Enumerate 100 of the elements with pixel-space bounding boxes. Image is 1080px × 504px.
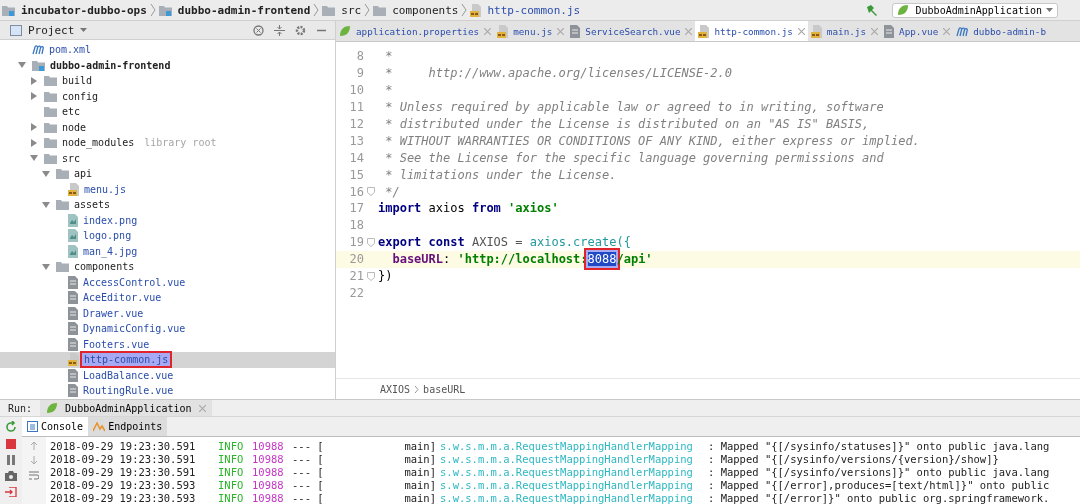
leaf-icon: [46, 402, 59, 415]
breadcrumb-item[interactable]: incubator-dubbo-ops: [21, 3, 147, 17]
camera-icon[interactable]: [5, 471, 17, 482]
expand-arrow-icon[interactable]: [42, 200, 50, 209]
collapse-arrow-icon[interactable]: [30, 92, 38, 101]
file-icon: [68, 291, 78, 305]
dropdown-caret-icon[interactable]: [80, 27, 88, 33]
line-number: 13: [348, 133, 364, 148]
tree-item[interactable]: config: [60, 90, 101, 102]
line-number: 19: [348, 235, 364, 250]
tree-item[interactable]: assets: [72, 199, 113, 211]
close-icon[interactable]: [484, 27, 492, 35]
tree-item[interactable]: LoadBalance.vue: [81, 369, 176, 381]
log-thread: main]: [403, 492, 437, 504]
tree-item[interactable]: menu.js: [82, 183, 129, 195]
soft-wrap-icon[interactable]: [29, 471, 39, 481]
expand-arrow-icon[interactable]: [42, 169, 50, 178]
tree-item[interactable]: dubbo-admin-frontend: [48, 59, 173, 71]
maven-icon: [956, 25, 969, 37]
up-arrow-icon[interactable]: [30, 441, 38, 451]
panel-title[interactable]: Project: [28, 23, 75, 37]
collapse-arrow-icon[interactable]: [30, 76, 38, 85]
collapse-arrow-icon[interactable]: [30, 138, 38, 147]
breadcrumb-item[interactable]: http-common.js: [487, 3, 581, 17]
tree-item[interactable]: AceEditor.vue: [81, 292, 164, 304]
expand-arrow-icon[interactable]: [42, 262, 50, 271]
code-line: * http://www.apache.org/licenses/LICENSE-2.0: [384, 66, 732, 81]
tree-item[interactable]: node: [60, 121, 89, 133]
log-message: : Mapped "{[/sysinfo/versions/{version}/show]}: [708, 452, 1000, 465]
image-file-icon: [68, 229, 78, 243]
tree-item[interactable]: index.png: [81, 214, 140, 226]
close-icon[interactable]: [685, 27, 693, 35]
tree-item[interactable]: Footers.vue: [81, 338, 152, 350]
breadcrumb-item[interactable]: baseURL: [423, 383, 466, 395]
breadcrumb-item[interactable]: components: [392, 3, 459, 17]
collapse-all-icon[interactable]: [274, 24, 285, 36]
code-line: * WITHOUT WARRANTIES OR CONDITIONS OF ANY KIND, either express or implied.: [384, 133, 920, 148]
image-file-icon: [68, 244, 78, 258]
log-level: INFO: [218, 466, 245, 479]
js-file-icon: [68, 182, 79, 196]
breadcrumb-item[interactable]: src: [341, 3, 362, 17]
fold-marker-icon[interactable]: [367, 271, 375, 281]
chevron-icon: [461, 3, 468, 17]
tree-item[interactable]: man_4.jpg: [81, 245, 140, 257]
console-tab[interactable]: Console: [22, 417, 89, 437]
chevron-icon: [149, 3, 156, 17]
locate-icon[interactable]: [253, 24, 264, 36]
log-level: INFO: [218, 439, 245, 452]
fold-marker-icon[interactable]: [367, 187, 375, 197]
tree-item[interactable]: AccessControl.vue: [81, 276, 188, 288]
code-line: *: [384, 49, 393, 64]
file-icon: [68, 275, 78, 289]
tree-item[interactable]: DynamicConfig.vue: [81, 323, 188, 335]
editor-tab[interactable]: http-common.js: [695, 21, 808, 41]
stop-icon[interactable]: [6, 439, 16, 450]
rerun-icon[interactable]: [5, 421, 17, 434]
line-number: 21: [348, 269, 364, 283]
tree-item[interactable]: components: [72, 261, 137, 273]
line-number: 20: [348, 252, 364, 267]
tree-item[interactable]: node_modules: [60, 137, 137, 149]
code-line: *: [384, 83, 393, 98]
close-icon[interactable]: [797, 27, 805, 35]
log-separator: --- [: [292, 492, 325, 504]
module-folder-icon: [32, 59, 45, 71]
settings-icon[interactable]: [295, 24, 306, 36]
breadcrumb-item[interactable]: AXIOS: [380, 383, 411, 395]
down-arrow-icon[interactable]: [30, 456, 38, 466]
js-file-icon: [698, 24, 710, 38]
run-configuration-dropdown[interactable]: DubboAdminApplication: [891, 2, 1058, 18]
log-level: INFO: [218, 452, 245, 465]
log-thread: main]: [403, 439, 437, 452]
expand-arrow-icon[interactable]: [30, 154, 38, 163]
tree-item[interactable]: etc: [60, 106, 83, 118]
hammer-icon[interactable]: [864, 3, 878, 17]
close-icon[interactable]: [871, 27, 879, 35]
tree-item[interactable]: RoutingRule.vue: [81, 385, 176, 397]
pause-icon[interactable]: [6, 455, 16, 466]
log-separator: --- [: [292, 439, 325, 452]
close-icon[interactable]: [943, 27, 951, 35]
close-icon[interactable]: [198, 404, 206, 412]
code-line: * distributed under the License is distributed on an "AS IS" BASIS,: [384, 117, 870, 131]
expand-arrow-icon[interactable]: [18, 61, 26, 70]
log-timestamp: 2018-09-29 19:23:30.591: [50, 466, 197, 479]
dropdown-caret-icon[interactable]: [1046, 7, 1053, 13]
tree-item[interactable]: http-common.js: [82, 353, 171, 367]
fold-marker-icon[interactable]: [367, 237, 375, 247]
breadcrumb-item[interactable]: dubbo-admin-frontend: [177, 3, 311, 17]
tree-item[interactable]: src: [60, 152, 83, 164]
run-tab[interactable]: DubboAdminApplication: [40, 400, 212, 417]
tree-item[interactable]: build: [60, 75, 95, 87]
console-tab[interactable]: Endpoints: [88, 417, 168, 437]
code-line: * See the License for the specific language governing permissions and: [384, 150, 884, 165]
exit-icon[interactable]: [5, 487, 17, 498]
collapse-arrow-icon[interactable]: [30, 123, 38, 132]
close-icon[interactable]: [557, 27, 565, 35]
tree-item[interactable]: Drawer.vue: [81, 307, 146, 319]
tree-item[interactable]: logo.png: [81, 230, 134, 242]
tree-item[interactable]: pom.xml: [47, 44, 94, 56]
tree-item[interactable]: api: [72, 168, 95, 180]
folder-icon: [44, 106, 57, 118]
